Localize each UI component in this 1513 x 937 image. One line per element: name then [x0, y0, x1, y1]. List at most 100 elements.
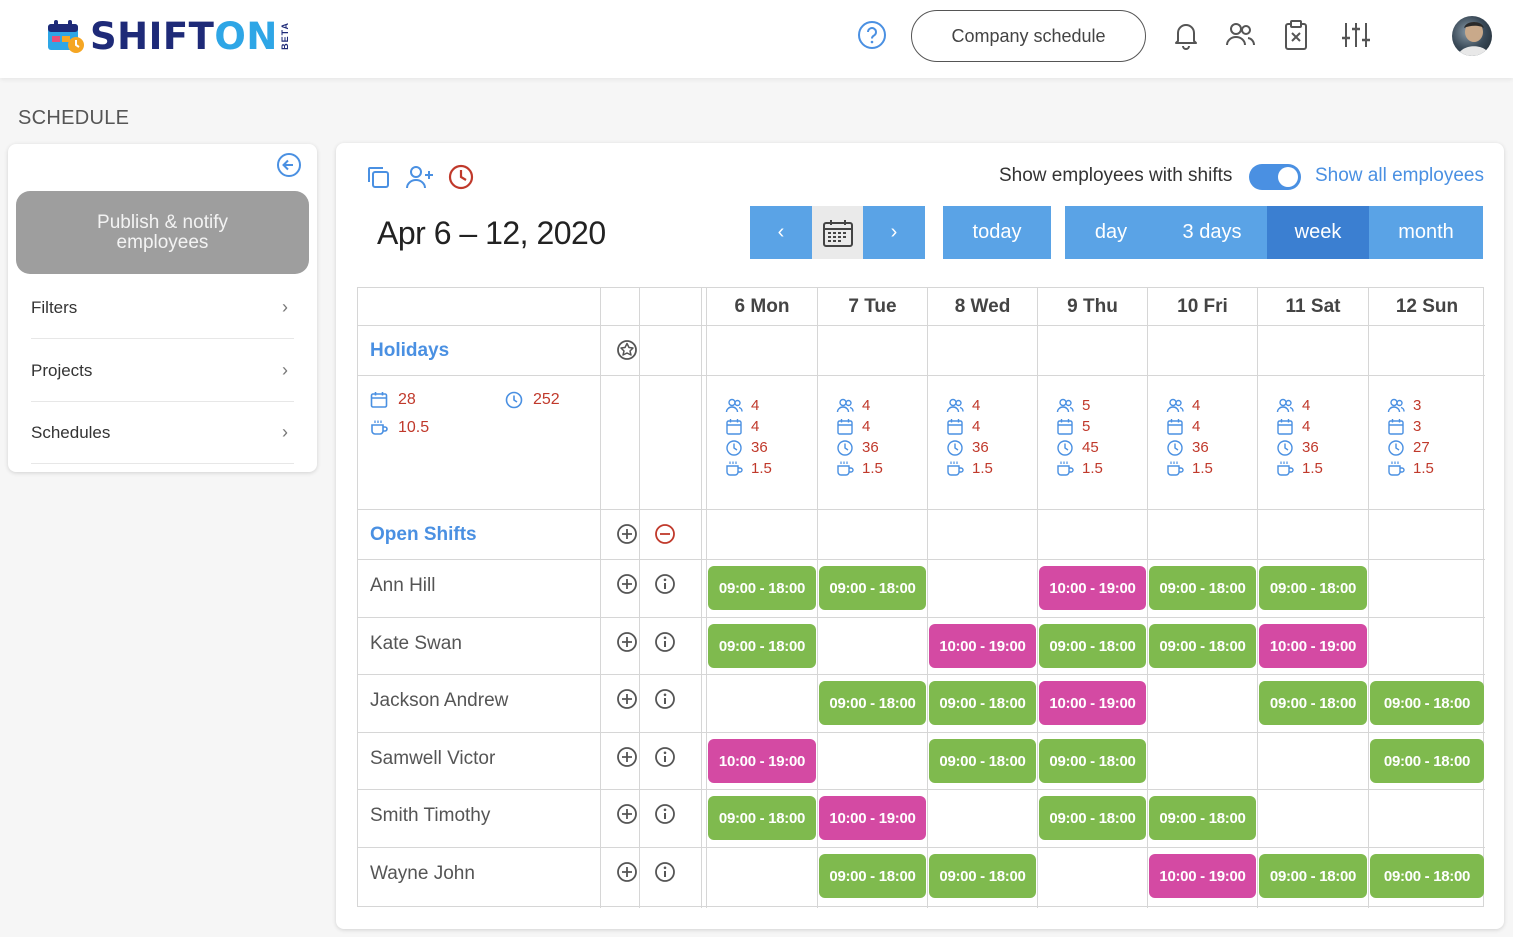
shift-block[interactable]: 10:00 - 19:00 — [1259, 624, 1367, 668]
shift-block[interactable]: 09:00 - 18:00 — [819, 854, 926, 898]
view-3days-button[interactable]: 3 days — [1157, 206, 1267, 259]
day-stat-hours: 45 — [1056, 437, 1103, 458]
employee-name[interactable]: Smith Timothy — [370, 805, 490, 827]
day-stat-shifts: 3 — [1387, 416, 1434, 437]
add-user-icon[interactable] — [405, 163, 435, 193]
shift-block[interactable]: 09:00 - 18:00 — [1259, 854, 1367, 898]
day-stat-employees: 4 — [1166, 395, 1213, 416]
day-header: 6 Mon — [734, 295, 790, 317]
holiday-settings-icon[interactable] — [616, 339, 638, 361]
shift-block[interactable]: 09:00 - 18:00 — [708, 566, 816, 610]
shift-block[interactable]: 09:00 - 18:00 — [1370, 681, 1484, 725]
users-icon[interactable] — [1224, 17, 1256, 53]
people-icon — [1276, 395, 1302, 416]
collapse-panel-icon[interactable] — [276, 152, 302, 178]
calendar-picker-icon[interactable] — [812, 206, 863, 259]
clock-icon — [505, 391, 523, 409]
info-icon[interactable] — [654, 631, 676, 653]
view-week-button[interactable]: week — [1267, 206, 1369, 259]
calendar-icon — [1276, 416, 1302, 437]
add-shift-icon[interactable] — [616, 861, 638, 883]
shift-block[interactable]: 09:00 - 18:00 — [929, 854, 1036, 898]
remove-open-shift-icon[interactable] — [654, 523, 676, 545]
sidebar-item-filters[interactable]: Filters › — [31, 277, 294, 339]
next-week-button[interactable]: › — [863, 206, 925, 259]
prev-week-button[interactable]: ‹ — [750, 206, 812, 259]
employee-name[interactable]: Ann Hill — [370, 575, 435, 597]
clock-icon — [1166, 437, 1192, 458]
publish-notify-button[interactable]: Publish & notify employees — [16, 191, 309, 274]
add-shift-icon[interactable] — [616, 631, 638, 653]
help-icon[interactable] — [856, 17, 888, 53]
top-bar: SHIFTON BETA Company schedule — [0, 0, 1513, 78]
view-day-button[interactable]: day — [1065, 206, 1157, 259]
shift-block[interactable]: 09:00 - 18:00 — [1149, 566, 1256, 610]
day-stat-value: 1.5 — [1302, 460, 1323, 477]
view-month-button[interactable]: month — [1369, 206, 1483, 259]
add-shift-icon[interactable] — [616, 573, 638, 595]
shift-block[interactable]: 09:00 - 18:00 — [1039, 796, 1146, 840]
day-stat-shifts: 5 — [1056, 416, 1103, 437]
shift-block[interactable]: 10:00 - 19:00 — [819, 796, 926, 840]
day-stat-value: 5 — [1082, 418, 1091, 435]
show-employees-toggle[interactable] — [1249, 164, 1301, 190]
day-stat-value: 36 — [862, 439, 879, 456]
add-shift-icon[interactable] — [616, 746, 638, 768]
day-stat-value: 4 — [751, 418, 760, 435]
clock-icon[interactable] — [447, 163, 477, 193]
shift-block[interactable]: 09:00 - 18:00 — [708, 624, 816, 668]
day-stat-breaks: 1.5 — [836, 458, 883, 479]
info-icon[interactable] — [654, 688, 676, 710]
day-stat-employees: 4 — [1276, 395, 1323, 416]
add-shift-icon[interactable] — [616, 803, 638, 825]
shift-block[interactable]: 09:00 - 18:00 — [819, 681, 926, 725]
shift-block[interactable]: 09:00 - 18:00 — [1149, 796, 1256, 840]
company-schedule-button[interactable]: Company schedule — [911, 10, 1146, 62]
shift-block[interactable]: 09:00 - 18:00 — [1370, 854, 1484, 898]
user-avatar[interactable] — [1452, 16, 1492, 56]
holidays-label: Holidays — [370, 340, 450, 361]
calendar-icon — [1387, 416, 1413, 437]
shift-block[interactable]: 10:00 - 19:00 — [929, 624, 1036, 668]
add-shift-icon[interactable] — [616, 688, 638, 710]
employee-name[interactable]: Jackson Andrew — [370, 690, 508, 712]
shift-block[interactable]: 09:00 - 18:00 — [929, 681, 1036, 725]
day-stat-value: 4 — [972, 418, 981, 435]
shift-block[interactable]: 09:00 - 18:00 — [819, 566, 926, 610]
employee-name[interactable]: Kate Swan — [370, 633, 462, 655]
employee-name[interactable]: Wayne John — [370, 863, 475, 885]
shift-block[interactable]: 10:00 - 19:00 — [1039, 566, 1146, 610]
info-icon[interactable] — [654, 746, 676, 768]
shift-block[interactable]: 10:00 - 19:00 — [708, 739, 816, 783]
shift-block[interactable]: 09:00 - 18:00 — [929, 739, 1036, 783]
day-stat-employees: 4 — [725, 395, 772, 416]
info-icon[interactable] — [654, 573, 676, 595]
shift-block[interactable]: 09:00 - 18:00 — [1149, 624, 1256, 668]
day-stat-value: 4 — [751, 397, 760, 414]
shift-block[interactable]: 10:00 - 19:00 — [1149, 854, 1256, 898]
sidebar-item-projects[interactable]: Projects › — [31, 340, 294, 402]
show-all-employees-link[interactable]: Show all employees — [1315, 165, 1484, 187]
day-stat-shifts: 4 — [1276, 416, 1323, 437]
shift-block[interactable]: 10:00 - 19:00 — [1039, 681, 1146, 725]
shift-block[interactable]: 09:00 - 18:00 — [1259, 681, 1367, 725]
shift-block[interactable]: 09:00 - 18:00 — [1370, 739, 1484, 783]
today-button[interactable]: today — [943, 206, 1051, 259]
shift-block[interactable]: 09:00 - 18:00 — [708, 796, 816, 840]
day-stat-breaks: 1.5 — [1276, 458, 1323, 479]
sidebar-item-schedules[interactable]: Schedules › — [31, 402, 294, 464]
clipboard-icon[interactable] — [1280, 17, 1312, 53]
employee-name[interactable]: Samwell Victor — [370, 748, 495, 770]
add-open-shift-icon[interactable] — [616, 523, 638, 545]
info-icon[interactable] — [654, 803, 676, 825]
copy-icon[interactable] — [364, 163, 394, 193]
shift-block[interactable]: 09:00 - 18:00 — [1259, 566, 1367, 610]
open-shifts-label: Open Shifts — [370, 524, 477, 545]
bell-icon[interactable] — [1170, 17, 1202, 53]
info-icon[interactable] — [654, 861, 676, 883]
shift-block[interactable]: 09:00 - 18:00 — [1039, 739, 1146, 783]
shifton-logo[interactable]: SHIFTON BETA — [46, 14, 290, 58]
sliders-icon[interactable] — [1340, 17, 1372, 53]
clock-icon — [1387, 437, 1413, 458]
shift-block[interactable]: 09:00 - 18:00 — [1039, 624, 1146, 668]
